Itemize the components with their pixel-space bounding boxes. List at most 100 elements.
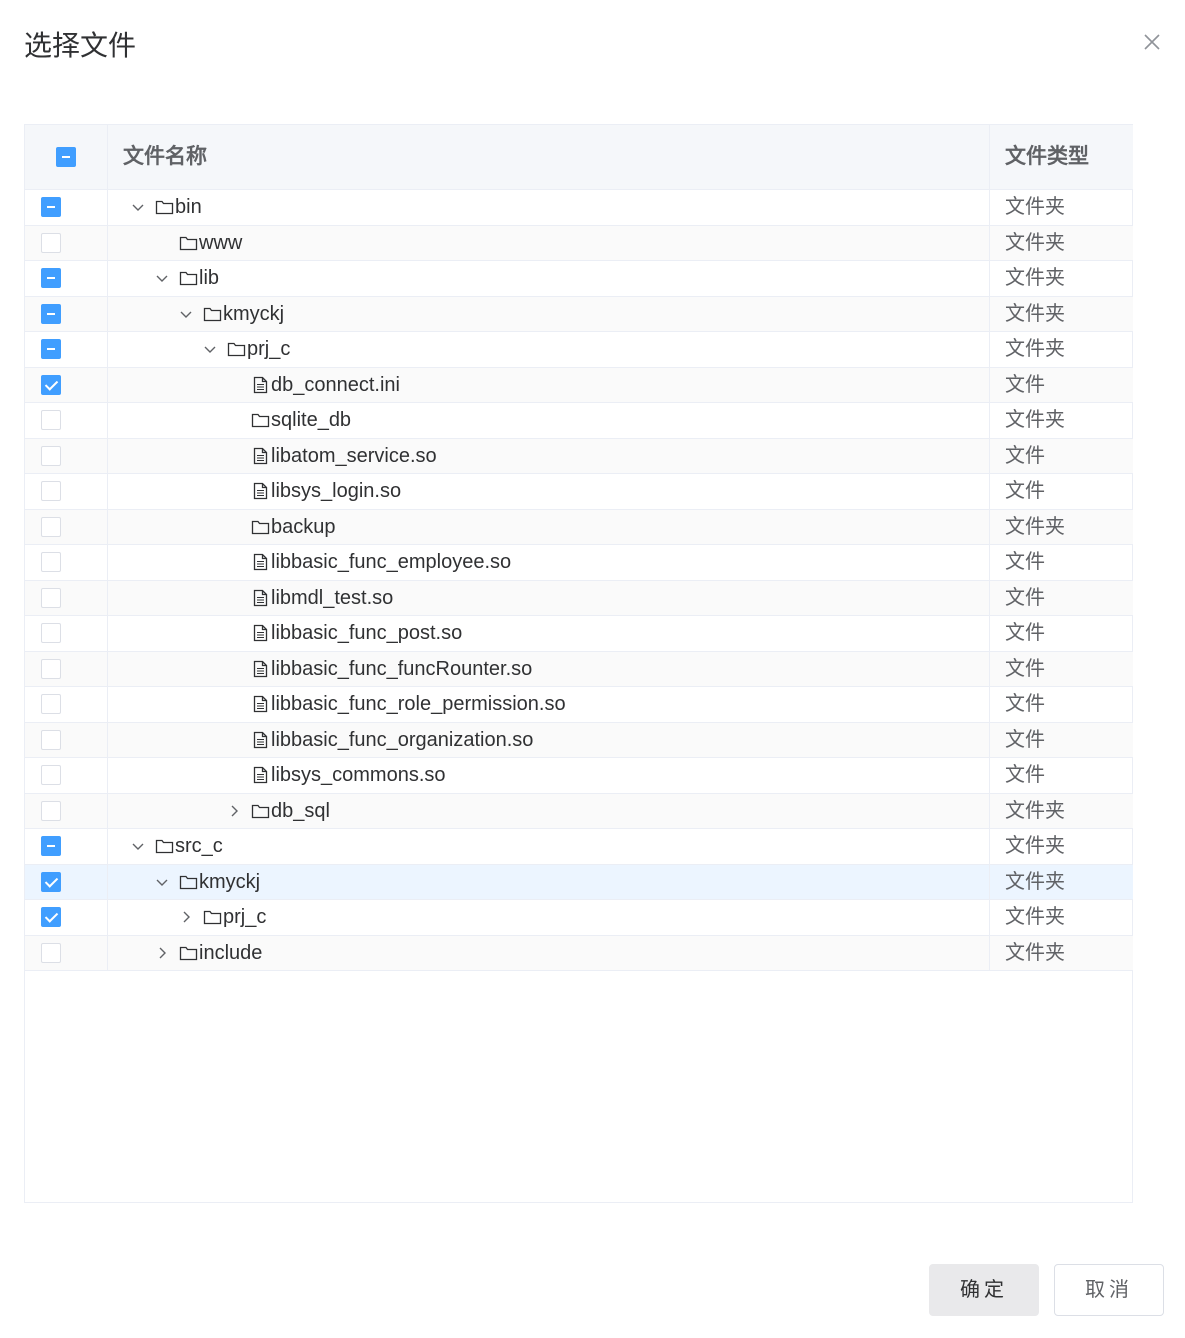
table-row[interactable]: libmdl_test.so 文件 — [25, 580, 1133, 616]
table-row[interactable]: lib 文件夹 — [25, 261, 1133, 297]
file-name: www — [199, 231, 243, 254]
table-row[interactable]: www 文件夹 — [25, 225, 1133, 261]
file-icon — [251, 481, 270, 501]
folder-icon — [251, 517, 270, 537]
row-checkbox[interactable] — [41, 694, 61, 715]
table-row[interactable]: prj_c 文件夹 — [25, 332, 1133, 368]
table-row[interactable]: bin 文件夹 — [25, 190, 1133, 226]
folder-icon — [251, 410, 270, 430]
file-name: libbasic_func_funcRounter.so — [271, 657, 533, 680]
file-type: 文件 — [1005, 551, 1045, 574]
table-row[interactable]: include 文件夹 — [25, 935, 1133, 971]
row-checkbox[interactable] — [41, 552, 61, 573]
row-checkbox[interactable] — [41, 410, 61, 431]
chevron-down-icon[interactable] — [155, 271, 169, 285]
table-row[interactable]: backup 文件夹 — [25, 509, 1133, 545]
table-row[interactable]: libbasic_func_funcRounter.so 文件 — [25, 651, 1133, 687]
row-checkbox[interactable] — [41, 303, 61, 324]
file-icon — [251, 659, 270, 679]
file-type: 文件夹 — [1005, 338, 1065, 361]
file-icon — [251, 623, 270, 643]
table-row[interactable]: prj_c 文件夹 — [25, 900, 1133, 936]
chevron-right-icon[interactable] — [155, 946, 169, 960]
file-type: 文件夹 — [1005, 941, 1065, 964]
file-type: 文件夹 — [1005, 409, 1065, 432]
folder-icon — [203, 304, 222, 324]
table-row[interactable]: libatom_service.so 文件 — [25, 438, 1133, 474]
chevron-down-icon[interactable] — [131, 200, 145, 214]
row-checkbox[interactable] — [41, 445, 61, 466]
row-checkbox[interactable] — [41, 339, 61, 360]
file-name: prj_c — [223, 906, 267, 929]
column-header-type: 文件类型 — [1005, 145, 1089, 168]
row-checkbox[interactable] — [41, 232, 61, 253]
row-checkbox[interactable] — [41, 658, 61, 679]
row-checkbox[interactable] — [41, 374, 61, 395]
table-row[interactable]: libbasic_func_organization.so 文件 — [25, 722, 1133, 758]
row-checkbox[interactable] — [41, 907, 61, 928]
row-checkbox[interactable] — [41, 836, 61, 857]
column-header-name: 文件名称 — [123, 145, 207, 168]
chevron-down-icon[interactable] — [203, 342, 217, 356]
table-row[interactable]: libbasic_func_role_permission.so 文件 — [25, 687, 1133, 723]
file-name: include — [199, 941, 263, 964]
chevron-right-icon[interactable] — [179, 910, 193, 924]
table-row[interactable]: sqlite_db 文件夹 — [25, 403, 1133, 439]
table-row[interactable]: libsys_commons.so 文件 — [25, 758, 1133, 794]
file-table: 文件名称 文件类型 bin 文件夹 www 文件夹 lib 文件夹 kmyckj 文件夹 prj… — [24, 124, 1133, 1203]
file-name: sqlite_db — [271, 409, 352, 432]
table-row[interactable]: db_sql 文件夹 — [25, 793, 1133, 829]
folder-icon — [179, 943, 198, 963]
file-name: bin — [175, 196, 202, 219]
row-checkbox[interactable] — [41, 587, 61, 608]
file-name: backup — [271, 515, 336, 538]
file-type: 文件 — [1005, 693, 1045, 716]
folder-icon — [179, 233, 198, 253]
row-checkbox[interactable] — [41, 729, 61, 750]
row-checkbox[interactable] — [41, 623, 61, 644]
table-row[interactable]: libbasic_func_post.so 文件 — [25, 616, 1133, 652]
file-name: lib — [199, 267, 220, 290]
confirm-button[interactable]: 确定 — [929, 1264, 1039, 1316]
row-checkbox[interactable] — [41, 942, 61, 963]
table-row[interactable]: kmyckj 文件夹 — [25, 296, 1133, 332]
row-checkbox[interactable] — [41, 871, 61, 892]
row-checkbox[interactable] — [41, 516, 61, 537]
row-checkbox[interactable] — [41, 765, 61, 786]
file-type: 文件 — [1005, 373, 1045, 396]
close-icon[interactable] — [1140, 30, 1164, 54]
select-all-checkbox[interactable] — [56, 147, 76, 167]
chevron-down-icon[interactable] — [131, 839, 145, 853]
select-file-dialog: 选择文件 文件名称 文件类型 bin 文件夹 www 文件夹 lib 文件夹 kmyckj 文… — [0, 0, 1185, 1338]
folder-icon — [203, 907, 222, 927]
file-icon — [251, 588, 270, 608]
file-type: 文件夹 — [1005, 906, 1065, 929]
table-row[interactable]: src_c 文件夹 — [25, 829, 1133, 865]
chevron-right-icon[interactable] — [227, 804, 241, 818]
table-row[interactable]: libbasic_func_employee.so 文件 — [25, 545, 1133, 581]
folder-icon — [179, 872, 198, 892]
row-checkbox[interactable] — [41, 268, 61, 289]
table-row[interactable]: kmyckj 文件夹 — [25, 864, 1133, 900]
cancel-button[interactable]: 取消 — [1054, 1264, 1164, 1316]
row-checkbox[interactable] — [41, 481, 61, 502]
file-type: 文件夹 — [1005, 267, 1065, 290]
file-type: 文件夹 — [1005, 302, 1065, 325]
file-type: 文件夹 — [1005, 870, 1065, 893]
chevron-down-icon[interactable] — [179, 307, 193, 321]
chevron-down-icon[interactable] — [155, 875, 169, 889]
file-name: libsys_login.so — [271, 480, 402, 503]
table-row[interactable]: db_connect.ini 文件 — [25, 367, 1133, 403]
table-row[interactable]: libsys_login.so 文件 — [25, 474, 1133, 510]
file-icon — [251, 375, 270, 395]
file-type: 文件夹 — [1005, 196, 1065, 219]
file-type: 文件夹 — [1005, 515, 1065, 538]
file-name: db_connect.ini — [271, 373, 400, 396]
table-header: 文件名称 文件类型 — [25, 125, 1133, 190]
file-type: 文件 — [1005, 764, 1045, 787]
row-checkbox[interactable] — [41, 800, 61, 821]
folder-icon — [155, 836, 174, 856]
row-checkbox[interactable] — [41, 197, 61, 218]
file-name: libsys_commons.so — [271, 764, 446, 787]
folder-icon — [251, 801, 270, 821]
